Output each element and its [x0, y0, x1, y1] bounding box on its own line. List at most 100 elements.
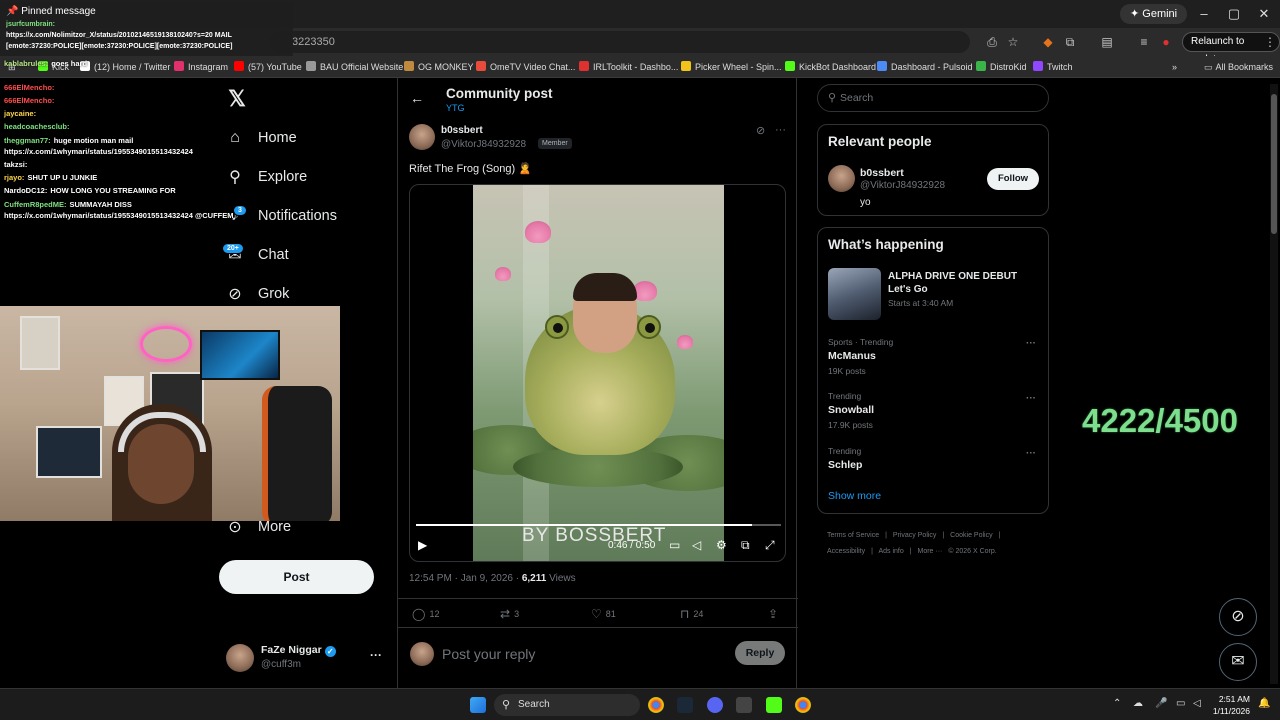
- onedrive-icon[interactable]: ☁: [1133, 698, 1143, 709]
- relevant-person-name[interactable]: b0ssbert: [860, 167, 904, 179]
- bookmark-star-icon[interactable]: ☆: [1005, 34, 1021, 50]
- footer-link[interactable]: Terms of Service: [827, 532, 879, 539]
- chrome-active-icon[interactable]: [795, 697, 811, 713]
- grok-float-button[interactable]: ⊘: [1219, 598, 1257, 636]
- post-text: Rifet The Frog (Song) 🙎: [409, 163, 532, 175]
- speaker-icon[interactable]: ◁: [1193, 698, 1201, 709]
- chat-message: takzsi:: [4, 159, 30, 170]
- trend-more-icon[interactable]: ···: [1026, 338, 1036, 349]
- popout-icon[interactable]: ⧉: [741, 538, 750, 553]
- kick-app-icon[interactable]: [766, 697, 782, 713]
- bookmark-item[interactable]: KickBot Dashboard: [785, 60, 876, 74]
- extension-icon[interactable]: ◆: [1040, 34, 1056, 50]
- all-bookmarks-folder[interactable]: ▭ All Bookmarks: [1204, 60, 1273, 74]
- share-action[interactable]: ⇪: [768, 607, 782, 621]
- close-window-button[interactable]: ✕: [1248, 4, 1280, 24]
- start-icon[interactable]: [470, 697, 486, 713]
- bookmark-favicon-icon: [306, 61, 316, 71]
- bookmark-item[interactable]: OmeTV Video Chat...: [476, 60, 575, 74]
- nav-grok-label: Grok: [258, 286, 290, 302]
- relevant-people-title: Relevant people: [828, 134, 932, 149]
- bookmark-action[interactable]: ⊓ 24: [680, 607, 703, 621]
- reply-avatar: [410, 642, 434, 666]
- footer-link[interactable]: Ads info: [878, 548, 903, 555]
- bookmark-item[interactable]: BAU Official Website: [306, 60, 403, 74]
- menu-lines-icon[interactable]: ≡: [1136, 34, 1152, 50]
- search-input[interactable]: ⚲ Search: [817, 84, 1049, 112]
- trend-name[interactable]: Schlep: [828, 459, 862, 471]
- footer-link[interactable]: More ···: [918, 548, 943, 555]
- like-count: 81: [605, 609, 616, 619]
- footer-link[interactable]: Privacy Policy: [893, 532, 937, 539]
- volume-icon[interactable]: ◁: [692, 538, 701, 552]
- bookmark-item[interactable]: OG MONKEY: [404, 60, 474, 74]
- nav-grok[interactable]: ⊘ Grok: [225, 281, 289, 307]
- author-avatar[interactable]: [409, 124, 435, 150]
- bookmark-item[interactable]: Dashboard - Pulsoid: [877, 60, 973, 74]
- minimize-button[interactable]: –: [1188, 4, 1220, 24]
- account-name-row: FaZe Niggar ✓: [261, 644, 336, 657]
- notification-bell-icon[interactable]: 🔔: [1258, 698, 1270, 709]
- messages-float-button[interactable]: ✉: [1219, 643, 1257, 681]
- maximize-button[interactable]: ▢: [1218, 4, 1250, 24]
- event-thumbnail[interactable]: [828, 268, 881, 320]
- chat-username: NardoDC12:: [4, 186, 48, 195]
- community-name-link[interactable]: YTG: [446, 103, 465, 113]
- account-more-icon[interactable]: ···: [370, 648, 382, 662]
- bookmark-item[interactable]: IRLToolkit - Dashbo...: [579, 60, 678, 74]
- bookmark-item[interactable]: Picker Wheel - Spin...: [681, 60, 782, 74]
- reply-action[interactable]: ◯ 12: [412, 607, 439, 621]
- browser-menu-icon[interactable]: ⋮: [1262, 34, 1278, 50]
- author-handle[interactable]: @ViktorJ84932928: [441, 139, 526, 150]
- page-scrollbar[interactable]: [1270, 84, 1278, 684]
- tray-chevron-icon[interactable]: ⌃: [1113, 698, 1121, 709]
- reply-button[interactable]: Reply: [735, 641, 785, 665]
- install-app-icon[interactable]: ⎙: [984, 34, 1000, 50]
- profile-avatar-icon[interactable]: ●: [1158, 34, 1174, 50]
- steam-icon[interactable]: [677, 697, 693, 713]
- settings-gear-icon[interactable]: ⚙: [716, 538, 727, 552]
- address-bar[interactable]: 3223350: [270, 31, 970, 53]
- show-more-link[interactable]: Show more: [828, 490, 881, 502]
- captions-icon[interactable]: ▭: [669, 538, 680, 552]
- like-action[interactable]: ♡ 81: [591, 607, 616, 621]
- bookmark-item[interactable]: Twitch: [1033, 60, 1073, 74]
- discord-icon[interactable]: [707, 697, 723, 713]
- taskbar-search[interactable]: ⚲ Search: [494, 694, 640, 716]
- event-title[interactable]: ALPHA DRIVE ONE DEBUT Let's Go: [888, 270, 1038, 296]
- post-more-icon[interactable]: ···: [775, 124, 786, 136]
- post-button[interactable]: Post: [219, 560, 374, 594]
- relevant-person-avatar[interactable]: [828, 165, 855, 192]
- bookmark-item[interactable]: DistroKid: [976, 60, 1027, 74]
- back-arrow-icon[interactable]: ←: [410, 90, 424, 106]
- chat-text: huge motion man mail: [53, 136, 134, 145]
- trend-name[interactable]: Snowball: [828, 404, 874, 416]
- footer-link[interactable]: Cookie Policy: [950, 532, 992, 539]
- account-switcher[interactable]: FaZe Niggar ✓ @cuff3m ···: [226, 642, 386, 674]
- taskbar-clock[interactable]: 2:51 AM 1/11/2026: [1210, 693, 1250, 717]
- video-progress-bar[interactable]: [416, 524, 781, 526]
- bookmarks-overflow-icon[interactable]: »: [1172, 60, 1177, 74]
- side-panel-icon[interactable]: ▤: [1099, 34, 1115, 50]
- play-icon[interactable]: ▶: [418, 538, 427, 552]
- network-icon[interactable]: ▭: [1176, 698, 1185, 709]
- lotus-flower: [525, 221, 551, 243]
- fullscreen-icon[interactable]: ⤢: [765, 538, 775, 553]
- scrollbar-thumb[interactable]: [1271, 94, 1277, 234]
- trend-more-icon[interactable]: ···: [1026, 393, 1036, 404]
- grok-explain-icon[interactable]: ⊘: [756, 124, 765, 137]
- wall-poster: [36, 426, 102, 478]
- gemini-button[interactable]: ✦ Gemini: [1120, 4, 1188, 24]
- repost-action[interactable]: ⇄ 3: [500, 607, 519, 621]
- trend-name[interactable]: McManus: [828, 350, 876, 362]
- reply-input[interactable]: Post your reply: [442, 646, 535, 662]
- app-icon[interactable]: [736, 697, 752, 713]
- mic-icon[interactable]: 🎤: [1155, 698, 1167, 709]
- author-name[interactable]: b0ssbert: [441, 125, 483, 136]
- trend-more-icon[interactable]: ···: [1026, 448, 1036, 459]
- video-player[interactable]: BY BOSSBERT ▶ 0:46 / 0:50 ▭ ◁ ⚙ ⧉ ⤢: [409, 184, 786, 562]
- chrome-icon[interactable]: [648, 697, 664, 713]
- footer-link[interactable]: Accessibility: [827, 548, 865, 555]
- follow-button[interactable]: Follow: [987, 168, 1039, 190]
- extensions-puzzle-icon[interactable]: ⧉: [1062, 34, 1078, 50]
